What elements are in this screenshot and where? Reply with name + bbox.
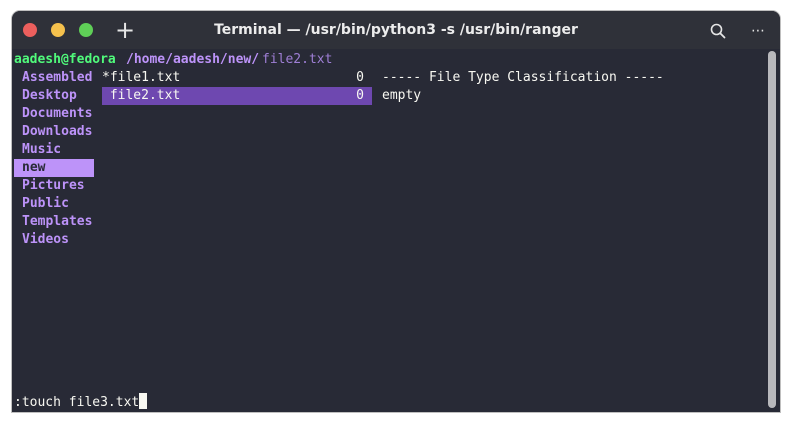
scrollbar[interactable] [768, 51, 776, 408]
dir-item-pictures[interactable]: Pictures [14, 177, 94, 195]
new-tab-plus-icon[interactable]: + [112, 17, 138, 43]
dir-item-desktop[interactable]: Desktop [14, 87, 94, 105]
dir-item-documents[interactable]: Documents [14, 105, 94, 123]
terminal-content[interactable]: aadesh@fedora /home/aadesh/new/ file2.tx… [12, 49, 780, 412]
file-size: 0 [356, 88, 364, 103]
command-line[interactable]: :touch file3.txt [14, 393, 148, 411]
search-icon[interactable] [709, 22, 727, 40]
file-row-file2[interactable]: file2.txt 0 [102, 87, 372, 105]
preview-heading: ----- File Type Classification ----- [382, 70, 664, 85]
dir-item-templates[interactable]: Templates [14, 213, 94, 231]
dir-item-videos[interactable]: Videos [14, 231, 94, 249]
file-row-file1[interactable]: *file1.txt 0 [102, 69, 372, 87]
more-icon[interactable]: ⋯ [749, 22, 767, 40]
window-title: Terminal — /usr/bin/python3 -s /usr/bin/… [214, 22, 578, 38]
dir-item-downloads[interactable]: Downloads [14, 123, 94, 141]
file-size: 0 [356, 70, 364, 85]
file-name: *file1.txt [102, 70, 181, 85]
dir-item-new[interactable]: new [14, 159, 94, 177]
scrollbar-thumb[interactable] [768, 51, 776, 408]
titlebar: + Terminal — /usr/bin/python3 -s /usr/bi… [12, 11, 780, 49]
user-host: aadesh@fedora [14, 52, 116, 67]
preview-type: empty [382, 88, 422, 103]
text-cursor [139, 393, 148, 409]
dir-item-public[interactable]: Public [14, 195, 94, 213]
minimize-button[interactable] [51, 23, 65, 37]
command-text: :touch file3.txt [14, 395, 140, 410]
file-name: file2.txt [102, 88, 181, 103]
close-button[interactable] [23, 23, 37, 37]
current-file: file2.txt [262, 52, 333, 67]
maximize-button[interactable] [79, 23, 93, 37]
terminal-window: + Terminal — /usr/bin/python3 -s /usr/bi… [12, 11, 780, 412]
dir-item-assembled[interactable]: Assembled [14, 69, 94, 87]
dir-item-music[interactable]: Music [14, 141, 94, 159]
current-path: /home/aadesh/new/ [126, 52, 260, 67]
